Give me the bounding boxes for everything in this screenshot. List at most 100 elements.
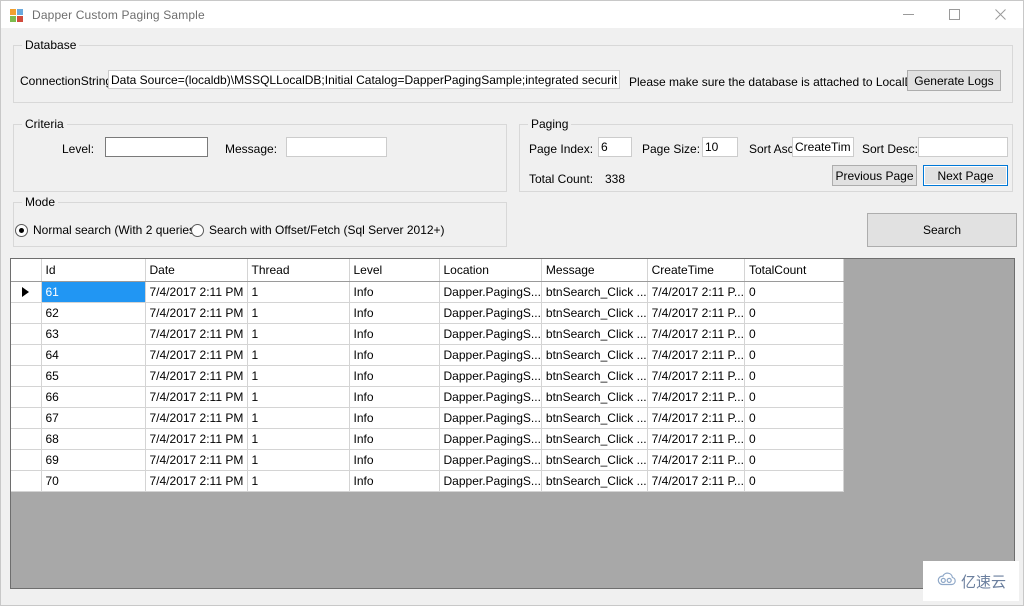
table-row[interactable]: 62 7/4/2017 2:11 PM 1 Info Dapper.PagingS...… [11,302,844,324]
cell-createtime[interactable]: 7/4/2017 2:11 P... [647,365,745,387]
table-row[interactable]: 66 7/4/2017 2:11 PM 1 Info Dapper.PagingS...… [11,386,844,408]
cell-createtime[interactable]: 7/4/2017 2:11 P... [647,470,745,492]
cell-location[interactable]: Dapper.PagingS... [439,302,542,324]
row-header-corner[interactable] [11,259,42,282]
row-header-cell[interactable] [11,344,42,366]
close-icon[interactable] [977,1,1023,28]
cell-message[interactable]: btnSearch_Click ... [541,344,648,366]
cell-createtime[interactable]: 7/4/2017 2:11 P... [647,449,745,471]
cell-message[interactable]: btnSearch_Click ... [541,323,648,345]
cell-date[interactable]: 7/4/2017 2:11 PM [145,302,248,324]
cell-thread[interactable]: 1 [247,281,350,303]
message-input[interactable] [286,137,387,157]
row-header-cell[interactable] [11,428,42,450]
generate-logs-button[interactable]: Generate Logs [907,70,1001,91]
cell-date[interactable]: 7/4/2017 2:11 PM [145,365,248,387]
cell-totalcount[interactable]: 0 [744,386,844,408]
cell-thread[interactable]: 1 [247,428,350,450]
cell-location[interactable]: Dapper.PagingS... [439,449,542,471]
table-row[interactable]: 68 7/4/2017 2:11 PM 1 Info Dapper.PagingS...… [11,428,844,450]
cell-location[interactable]: Dapper.PagingS... [439,365,542,387]
cell-createtime[interactable]: 7/4/2017 2:11 P... [647,281,745,303]
column-header-thread[interactable]: Thread [247,259,350,282]
cell-id[interactable]: 62 [41,302,146,324]
cell-totalcount[interactable]: 0 [744,470,844,492]
cell-level[interactable]: Info [349,470,440,492]
cell-level[interactable]: Info [349,449,440,471]
cell-thread[interactable]: 1 [247,470,350,492]
cell-level[interactable]: Info [349,386,440,408]
cell-date[interactable]: 7/4/2017 2:11 PM [145,323,248,345]
cell-id[interactable]: 69 [41,449,146,471]
table-row[interactable]: 64 7/4/2017 2:11 PM 1 Info Dapper.PagingS...… [11,344,844,366]
cell-date[interactable]: 7/4/2017 2:11 PM [145,281,248,303]
table-row[interactable]: 67 7/4/2017 2:11 PM 1 Info Dapper.PagingS...… [11,407,844,429]
table-row[interactable]: 65 7/4/2017 2:11 PM 1 Info Dapper.PagingS...… [11,365,844,387]
column-header-createtime[interactable]: CreateTime [647,259,745,282]
cell-date[interactable]: 7/4/2017 2:11 PM [145,470,248,492]
table-row[interactable]: 70 7/4/2017 2:11 PM 1 Info Dapper.PagingS...… [11,470,844,492]
cell-date[interactable]: 7/4/2017 2:11 PM [145,344,248,366]
cell-id[interactable]: 67 [41,407,146,429]
level-input[interactable] [105,137,208,157]
maximize-icon[interactable] [931,1,977,28]
cell-location[interactable]: Dapper.PagingS... [439,428,542,450]
page-index-input[interactable] [598,137,632,157]
cell-totalcount[interactable]: 0 [744,449,844,471]
column-header-date[interactable]: Date [145,259,248,282]
cell-createtime[interactable]: 7/4/2017 2:11 P... [647,407,745,429]
row-header-cell[interactable] [11,386,42,408]
cell-totalcount[interactable]: 0 [744,407,844,429]
column-header-message[interactable]: Message [541,259,648,282]
cell-level[interactable]: Info [349,428,440,450]
cell-date[interactable]: 7/4/2017 2:11 PM [145,428,248,450]
cell-level[interactable]: Info [349,281,440,303]
cell-level[interactable]: Info [349,302,440,324]
cell-message[interactable]: btnSearch_Click ... [541,302,648,324]
cell-createtime[interactable]: 7/4/2017 2:11 P... [647,344,745,366]
cell-message[interactable]: btnSearch_Click ... [541,365,648,387]
cell-totalcount[interactable]: 0 [744,323,844,345]
cell-date[interactable]: 7/4/2017 2:11 PM [145,407,248,429]
previous-page-button[interactable]: Previous Page [832,165,917,186]
cell-location[interactable]: Dapper.PagingS... [439,386,542,408]
cell-id[interactable]: 64 [41,344,146,366]
cell-date[interactable]: 7/4/2017 2:11 PM [145,449,248,471]
cell-message[interactable]: btnSearch_Click ... [541,428,648,450]
cell-level[interactable]: Info [349,365,440,387]
cell-message[interactable]: btnSearch_Click ... [541,449,648,471]
cell-totalcount[interactable]: 0 [744,281,844,303]
cell-createtime[interactable]: 7/4/2017 2:11 P... [647,428,745,450]
cell-location[interactable]: Dapper.PagingS... [439,470,542,492]
cell-location[interactable]: Dapper.PagingS... [439,407,542,429]
row-header-cell[interactable] [11,470,42,492]
radio-offset-fetch[interactable]: Search with Offset/Fetch (Sql Server 201… [191,223,445,237]
table-row[interactable]: 69 7/4/2017 2:11 PM 1 Info Dapper.PagingS...… [11,449,844,471]
cell-id[interactable]: 68 [41,428,146,450]
cell-thread[interactable]: 1 [247,344,350,366]
row-header-cell[interactable] [11,365,42,387]
cell-createtime[interactable]: 7/4/2017 2:11 P... [647,302,745,324]
connectionstring-input[interactable] [108,70,620,89]
cell-createtime[interactable]: 7/4/2017 2:11 P... [647,323,745,345]
radio-normal-search[interactable]: Normal search (With 2 queries) [15,223,199,237]
column-header-level[interactable]: Level [349,259,440,282]
cell-thread[interactable]: 1 [247,302,350,324]
cell-location[interactable]: Dapper.PagingS... [439,281,542,303]
row-header-cell[interactable] [11,323,42,345]
cell-id[interactable]: 70 [41,470,146,492]
cell-id[interactable]: 63 [41,323,146,345]
cell-message[interactable]: btnSearch_Click ... [541,386,648,408]
cell-id[interactable]: 61 [41,281,146,303]
cell-date[interactable]: 7/4/2017 2:11 PM [145,386,248,408]
cell-id[interactable]: 66 [41,386,146,408]
cell-totalcount[interactable]: 0 [744,344,844,366]
column-header-location[interactable]: Location [439,259,542,282]
cell-totalcount[interactable]: 0 [744,365,844,387]
row-header-cell[interactable] [11,449,42,471]
cell-thread[interactable]: 1 [247,365,350,387]
cell-message[interactable]: btnSearch_Click ... [541,470,648,492]
search-button[interactable]: Search [867,213,1017,247]
cell-message[interactable]: btnSearch_Click ... [541,407,648,429]
cell-thread[interactable]: 1 [247,323,350,345]
